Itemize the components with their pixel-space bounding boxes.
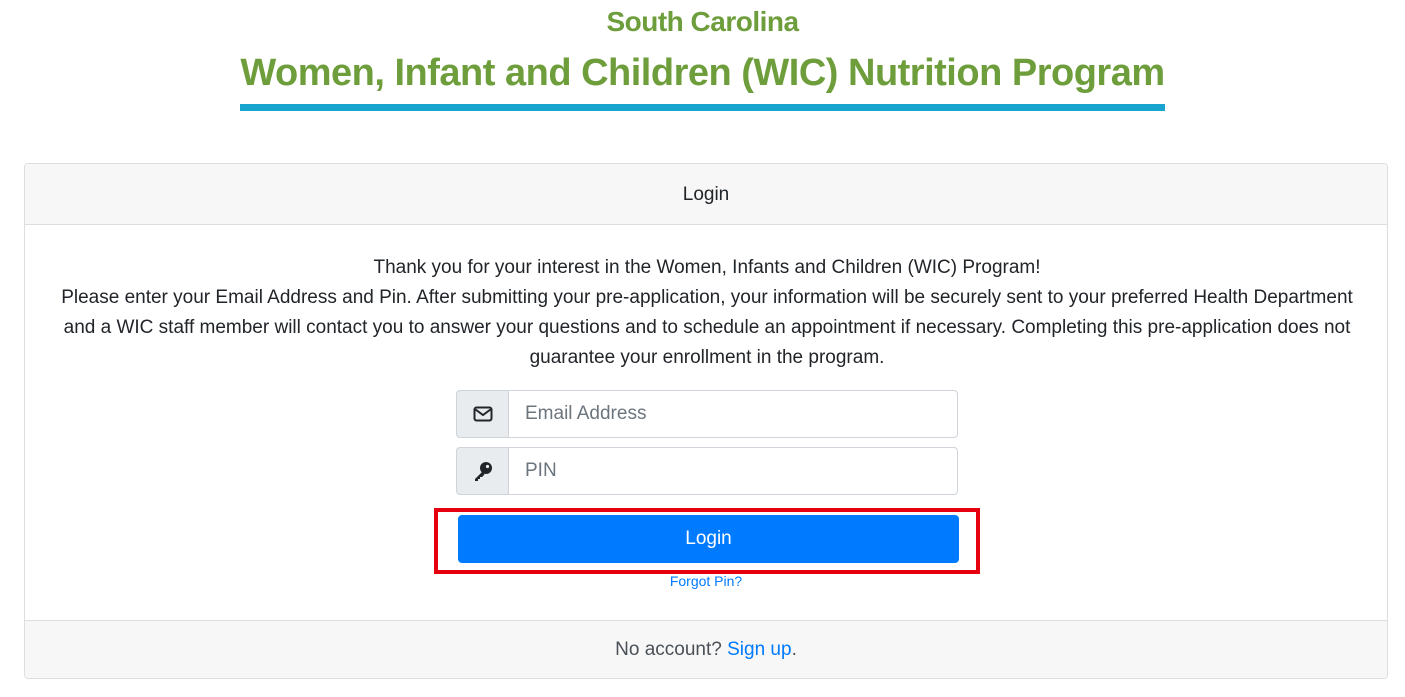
pin-input-group bbox=[456, 447, 958, 495]
intro-thanks: Thank you for your interest in the Women… bbox=[373, 257, 1041, 278]
program-title-wrapper: Women, Infant and Children (WIC) Nutriti… bbox=[0, 52, 1405, 111]
login-card-header: Login bbox=[25, 164, 1387, 225]
pin-field[interactable] bbox=[508, 447, 958, 495]
no-account-text: No account? bbox=[615, 639, 728, 660]
footer-period: . bbox=[791, 639, 797, 660]
intro-instructions: Please enter your Email Address and Pin.… bbox=[61, 287, 1353, 368]
login-button[interactable]: Login bbox=[458, 515, 959, 563]
state-title: South Carolina bbox=[606, 6, 799, 37]
login-card: Login Thank you for your interest in the… bbox=[24, 163, 1388, 679]
login-card-footer: No account? Sign up. bbox=[25, 620, 1387, 678]
email-field[interactable] bbox=[508, 390, 958, 438]
envelope-icon bbox=[456, 390, 508, 438]
key-icon bbox=[456, 447, 508, 495]
login-card-body: Thank you for your interest in the Women… bbox=[25, 225, 1387, 620]
sign-up-link[interactable]: Sign up bbox=[727, 639, 791, 660]
email-input-group bbox=[456, 390, 958, 438]
intro-text: Thank you for your interest in the Women… bbox=[55, 253, 1359, 373]
forgot-pin-link[interactable]: Forgot Pin? bbox=[25, 573, 1387, 589]
program-title: Women, Infant and Children (WIC) Nutriti… bbox=[240, 52, 1165, 111]
